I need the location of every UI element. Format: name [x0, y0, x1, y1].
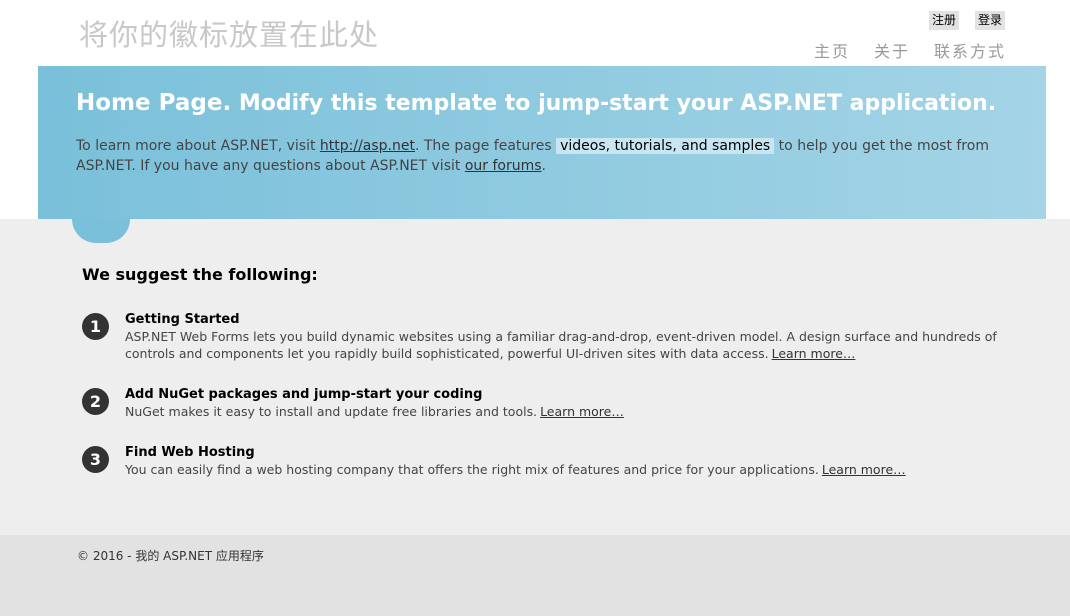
featured-text-part-1: To learn more about ASP.NET, visit — [76, 138, 320, 154]
step-body: Find Web Hosting You can easily find a w… — [125, 444, 1005, 478]
register-link[interactable]: 注册 — [928, 11, 959, 30]
menu-item-about[interactable]: 关于 — [874, 38, 910, 62]
step-number-badge: 2 — [82, 388, 109, 415]
suggest-heading: We suggest the following: — [82, 265, 318, 284]
site-footer: © 2016 - 我的 ASP.NET 应用程序 — [0, 535, 1070, 616]
forums-link[interactable]: our forums — [465, 158, 542, 174]
site-header: 将你的徽标放置在此处 注册 登录 主页 关于 联系方式 — [0, 0, 1070, 66]
decorative-bubble — [72, 219, 130, 243]
step-description-text: NuGet makes it easy to install and updat… — [125, 404, 538, 419]
login-area: 注册 登录 — [928, 11, 1005, 30]
learn-more-link[interactable]: Learn more… — [540, 404, 624, 419]
step-description: NuGet makes it easy to install and updat… — [125, 403, 1005, 420]
step-title: Getting Started — [125, 312, 240, 327]
asp-net-link[interactable]: http://asp.net — [320, 138, 415, 154]
featured-title-bold: Home Page. — [76, 90, 232, 116]
step-description-text: ASP.NET Web Forms lets you build dynamic… — [125, 329, 997, 361]
featured-title: Home Page. Modify this template to jump-… — [76, 90, 996, 116]
menu-item-contact[interactable]: 联系方式 — [934, 38, 1006, 62]
step-number-badge: 3 — [82, 446, 109, 473]
step-body: Add NuGet packages and jump-start your c… — [125, 386, 1005, 420]
featured-text-part-4: . — [541, 158, 546, 174]
learn-more-link[interactable]: Learn more… — [772, 346, 856, 361]
step-title: Add NuGet packages and jump-start your c… — [125, 387, 483, 402]
featured-title-rest: Modify this template to jump-start your … — [238, 91, 997, 116]
step-number-badge: 1 — [82, 313, 109, 340]
highlighted-text: videos, tutorials, and samples — [556, 138, 775, 154]
step-description: ASP.NET Web Forms lets you build dynamic… — [125, 328, 1005, 362]
featured-text: To learn more about ASP.NET, visit http:… — [76, 136, 1016, 176]
menu-item-home[interactable]: 主页 — [814, 38, 850, 62]
step-description: You can easily find a web hosting compan… — [125, 461, 1005, 478]
step-description-text: You can easily find a web hosting compan… — [125, 462, 819, 477]
copyright-text: © 2016 - 我的 ASP.NET 应用程序 — [77, 549, 264, 563]
main-content: We suggest the following: 1 Getting Star… — [0, 219, 1070, 535]
main-menu: 主页 关于 联系方式 — [814, 38, 1006, 62]
learn-more-link[interactable]: Learn more… — [822, 462, 906, 477]
featured-banner: Home Page. Modify this template to jump-… — [38, 66, 1046, 219]
step-body: Getting Started ASP.NET Web Forms lets y… — [125, 311, 1005, 362]
step-title: Find Web Hosting — [125, 445, 255, 460]
featured-text-part-2: . The page features — [414, 138, 557, 154]
site-title[interactable]: 将你的徽标放置在此处 — [79, 12, 379, 54]
signin-link[interactable]: 登录 — [974, 11, 1005, 30]
